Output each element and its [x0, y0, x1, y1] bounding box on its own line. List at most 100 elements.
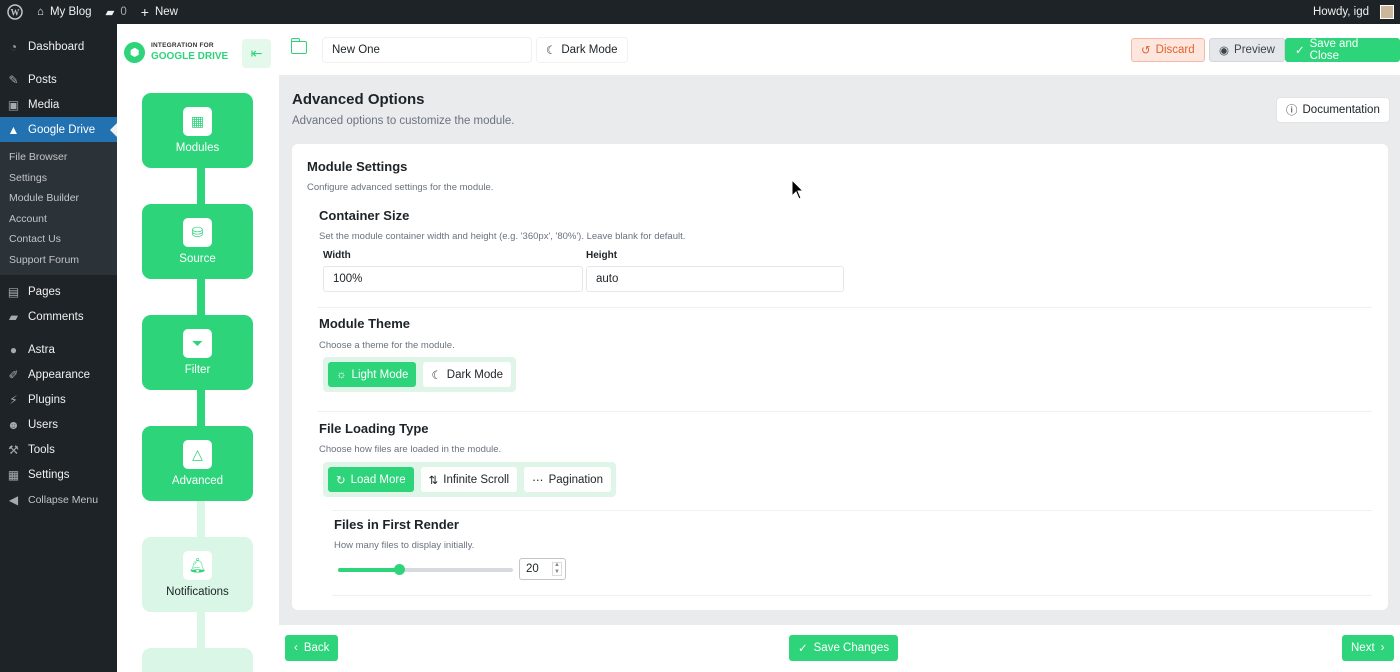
slider-fill — [338, 568, 400, 572]
divider — [317, 411, 1372, 412]
new-content-link[interactable]: + New — [134, 0, 185, 24]
eye-icon: ◉ — [1219, 45, 1230, 57]
pagination-option[interactable]: ⋯ Pagination — [524, 467, 611, 492]
comments-link[interactable]: ▰ 0 — [99, 0, 134, 24]
step-modules[interactable]: ▦ Modules — [142, 93, 253, 168]
module-settings-card: Module Settings Configure advanced setti… — [292, 144, 1388, 610]
step-connector — [197, 609, 205, 649]
module-builder: ⬢ INTEGRATION FOR GOOGLE DRIVE ⇤ New One… — [117, 24, 1400, 672]
menu-astra[interactable]: ● Astra — [0, 337, 117, 362]
info-icon: ⓘ — [1286, 105, 1298, 117]
submenu-support-forum[interactable]: Support Forum — [0, 250, 117, 271]
moon-icon: ☾ — [546, 45, 557, 57]
history-icon: ↺ — [1141, 45, 1151, 57]
collapse-steps-button[interactable]: ⇤ — [242, 39, 271, 68]
divider — [332, 595, 1372, 596]
wrench-icon: ⚒ — [8, 442, 19, 457]
menu-comments[interactable]: ▰ Comments — [0, 304, 117, 329]
comment-icon: ▰ — [8, 309, 19, 324]
home-icon: ⌂ — [37, 6, 44, 18]
files-count-input[interactable]: 20 ▲ ▼ — [519, 558, 566, 580]
comment-icon: ▰ — [105, 7, 115, 19]
documentation-button[interactable]: ⓘ Documentation — [1276, 97, 1390, 123]
file-loading-subtitle: Choose how files are loaded in the modul… — [319, 444, 502, 455]
height-input[interactable]: auto — [586, 266, 844, 292]
first-render-title: Files in First Render — [334, 517, 459, 532]
infinite-scroll-option[interactable]: ⇅ Infinite Scroll — [420, 467, 518, 492]
site-name: My Blog — [49, 6, 92, 18]
step-navigation: ▦ Modules ⛁ Source ⏷ Filter △ Advanced 🔔… — [117, 75, 279, 672]
plugin-icon: ⚡ — [9, 392, 18, 407]
width-label: Width — [323, 250, 351, 261]
stepper-arrows-icon[interactable]: ▲ ▼ — [552, 562, 562, 576]
step-advanced[interactable]: △ Advanced — [142, 426, 253, 501]
dark-mode-option[interactable]: ☾ Dark Mode — [423, 362, 512, 387]
pages-icon: ▤ — [7, 284, 20, 299]
builder-header: ⬢ INTEGRATION FOR GOOGLE DRIVE ⇤ New One… — [117, 24, 1400, 75]
step-notifications[interactable]: 🔔︎ Notifications — [142, 537, 253, 612]
check-icon: ✓ — [798, 643, 808, 655]
slider-handle[interactable] — [394, 564, 406, 575]
back-button[interactable]: ‹ Back — [285, 635, 339, 661]
menu-google-drive[interactable]: ▲ Google Drive — [0, 117, 117, 142]
menu-plugins[interactable]: ⚡ Plugins — [0, 387, 117, 412]
wordpress-logo-icon[interactable]: W — [0, 0, 30, 24]
submenu-module-builder[interactable]: Module Builder — [0, 188, 117, 209]
submenu-account[interactable]: Account — [0, 209, 117, 230]
sun-icon: ☼ — [336, 368, 347, 381]
advanced-options-panel: Advanced Options Advanced options to cus… — [279, 75, 1400, 625]
account-menu[interactable]: Howdy, igd — [1306, 0, 1400, 24]
submenu-settings[interactable]: Settings — [0, 168, 117, 189]
refresh-icon: ↻ — [336, 474, 346, 487]
dots-icon: ⋯ — [532, 474, 544, 487]
step-next-partial[interactable] — [142, 648, 253, 672]
menu-posts[interactable]: ✎ Posts — [0, 67, 117, 92]
module-name-input[interactable]: New One — [322, 37, 532, 63]
folder-icon[interactable] — [290, 38, 307, 54]
menu-pages[interactable]: ▤ Pages — [0, 279, 117, 304]
pin-icon: ✎ — [8, 72, 19, 87]
menu-users[interactable]: ☻ Users — [0, 412, 117, 437]
menu-dashboard[interactable]: ◔ Dashboard — [0, 34, 117, 59]
file-loading-selector: ↻ Load More ⇅ Infinite Scroll ⋯ Paginati… — [323, 462, 616, 497]
step-source[interactable]: ⛁ Source — [142, 204, 253, 279]
load-more-option[interactable]: ↻ Load More — [328, 467, 414, 492]
step-connector — [197, 498, 205, 538]
menu-tools[interactable]: ⚒ Tools — [0, 437, 117, 462]
site-name-link[interactable]: ⌂ My Blog — [30, 0, 99, 24]
dark-mode-toggle[interactable]: ☾ Dark Mode — [536, 37, 628, 63]
step-filter[interactable]: ⏷ Filter — [142, 315, 253, 390]
new-label: New — [154, 6, 178, 18]
submenu-contact-us[interactable]: Contact Us — [0, 229, 117, 250]
container-size-title: Container Size — [319, 208, 410, 223]
collapse-menu[interactable]: ◀ Collapse Menu — [0, 487, 117, 512]
howdy-text: Howdy, igd — [1312, 6, 1369, 18]
page-subtitle: Advanced options to customize the module… — [292, 115, 515, 127]
divider — [317, 307, 1372, 308]
module-settings-title: Module Settings — [307, 159, 408, 174]
save-and-close-button[interactable]: ✓ Save and Close — [1285, 38, 1400, 62]
media-icon: ▣ — [7, 97, 20, 112]
files-count-slider[interactable] — [338, 564, 513, 575]
discard-button[interactable]: ↺ Discard — [1131, 38, 1205, 62]
light-mode-option[interactable]: ☼ Light Mode — [328, 362, 417, 387]
first-render-subtitle: How many files to display initially. — [334, 540, 475, 551]
menu-appearance[interactable]: ✐ Appearance — [0, 362, 117, 387]
module-theme-subtitle: Choose a theme for the module. — [319, 340, 455, 351]
logo-line1: INTEGRATION FOR — [151, 42, 214, 50]
preview-button[interactable]: ◉ Preview — [1209, 38, 1285, 62]
menu-media[interactable]: ▣ Media — [0, 92, 117, 117]
astra-icon: ● — [9, 342, 18, 357]
brush-icon: ✐ — [8, 367, 19, 382]
svg-text:W: W — [11, 8, 20, 18]
filter-icon: ⏷ — [183, 329, 212, 358]
container-size-subtitle: Set the module container width and heigh… — [319, 231, 686, 242]
builder-footer: ‹ Back ✓ Save Changes Next › — [279, 625, 1400, 672]
width-input[interactable]: 100% — [323, 266, 583, 292]
save-changes-button[interactable]: ✓ Save Changes — [789, 635, 899, 661]
menu-settings[interactable]: ▦ Settings — [0, 462, 117, 487]
next-button[interactable]: Next › — [1342, 635, 1394, 661]
page-title: Advanced Options — [292, 91, 425, 108]
submenu-file-browser[interactable]: File Browser — [0, 147, 117, 168]
moon-icon: ☾ — [431, 369, 442, 382]
